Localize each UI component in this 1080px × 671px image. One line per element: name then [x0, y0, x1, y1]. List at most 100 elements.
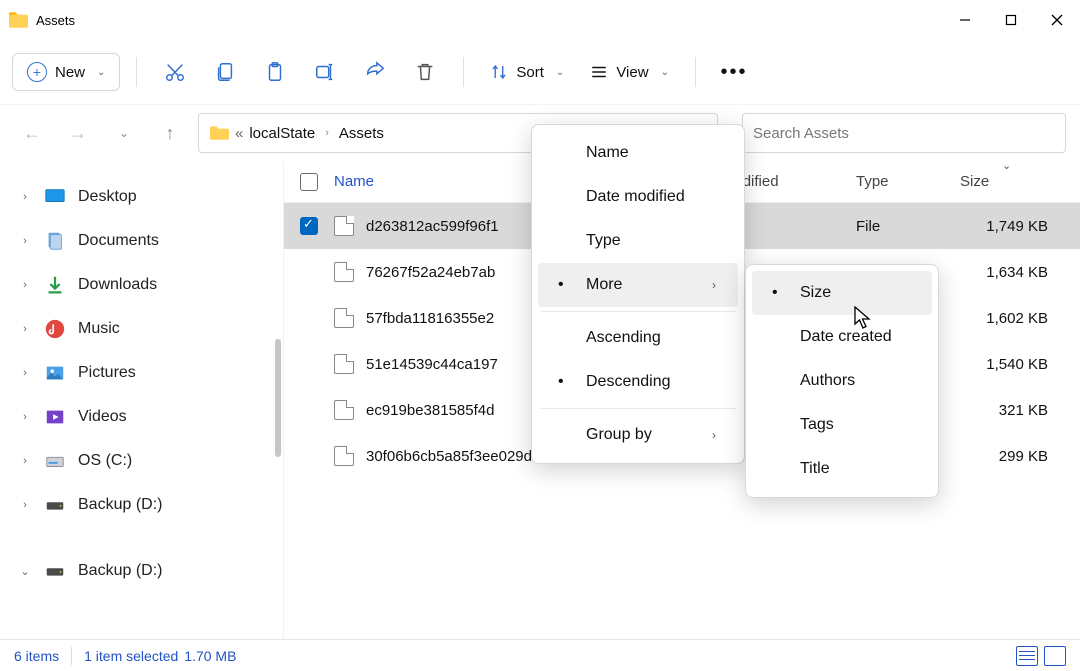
separator — [540, 311, 736, 312]
more-menu-size[interactable]: •Size — [752, 271, 932, 315]
delete-button[interactable] — [403, 52, 447, 92]
drive-icon — [44, 494, 66, 516]
file-name: d263812ac599f96f1 — [366, 218, 499, 235]
desktop-icon — [44, 186, 66, 208]
command-bar: + New ⌄ Sort ⌄ View ⌄ ••• — [0, 40, 1080, 105]
forward-button[interactable]: → — [60, 115, 96, 151]
sidebar-label: Videos — [78, 408, 127, 426]
folder-icon — [8, 10, 28, 30]
window-controls — [942, 0, 1080, 40]
sort-icon — [490, 63, 508, 81]
up-button[interactable]: ↑ — [152, 115, 188, 151]
share-button[interactable] — [353, 52, 397, 92]
chevron-down-icon: ⌄ — [556, 67, 564, 78]
sort-label: Sort — [516, 64, 544, 81]
file-icon — [334, 354, 354, 374]
sidebar-label: Documents — [78, 232, 159, 250]
sort-menu-descending[interactable]: •Descending — [538, 360, 738, 404]
sidebar-item-videos[interactable]: ›Videos — [6, 395, 277, 439]
search-input[interactable]: Search Assets — [742, 113, 1066, 153]
cut-button[interactable] — [153, 52, 197, 92]
file-size: 321 KB — [960, 402, 1080, 419]
chevron-right-icon: › — [325, 127, 329, 139]
separator — [695, 57, 696, 87]
folder-icon — [209, 123, 229, 143]
documents-icon — [44, 230, 66, 252]
chevron-right-icon: › — [682, 428, 716, 442]
status-bar: 6 items 1 item selected 1.70 MB — [0, 639, 1080, 671]
bullet-icon: • — [558, 373, 564, 391]
search-placeholder: Search Assets — [753, 125, 849, 142]
separator — [136, 57, 137, 87]
sidebar-label: Desktop — [78, 188, 137, 206]
sidebar-label: Downloads — [78, 276, 157, 294]
sort-menu-type[interactable]: Type — [538, 219, 738, 263]
chevron-down-icon: ⌄ — [18, 565, 32, 578]
row-checkbox[interactable] — [284, 217, 334, 235]
more-menu-authors[interactable]: Authors — [752, 359, 932, 403]
sidebar-item-desktop[interactable]: ›Desktop — [6, 175, 277, 219]
sort-menu: Name Date modified Type •More› Ascending… — [531, 124, 745, 464]
status-size: 1.70 MB — [184, 648, 236, 664]
sort-more-submenu: •Size Date created Authors Tags Title — [745, 264, 939, 498]
breadcrumb-item[interactable]: Assets — [339, 125, 384, 142]
rename-button[interactable] — [303, 52, 347, 92]
sidebar-label: Music — [78, 320, 120, 338]
sidebar-item-os-c[interactable]: ›OS (C:) — [6, 439, 277, 483]
file-name: ec919be381585f4d — [366, 402, 494, 419]
status-selected: 1 item selected — [84, 648, 178, 664]
details-view-button[interactable] — [1016, 646, 1038, 666]
sort-menu-date[interactable]: Date modified — [538, 175, 738, 219]
sidebar-item-backup-d[interactable]: ›Backup (D:) — [6, 483, 277, 527]
file-name: 51e14539c44ca197 — [366, 356, 498, 373]
sidebar-label: Pictures — [78, 364, 136, 382]
copy-button[interactable] — [203, 52, 247, 92]
sort-menu-more[interactable]: •More› — [538, 263, 738, 307]
sidebar-item-pictures[interactable]: ›Pictures — [6, 351, 277, 395]
sort-menu-name[interactable]: Name — [538, 131, 738, 175]
title-bar: Assets — [0, 0, 1080, 40]
file-icon — [334, 216, 354, 236]
select-all-checkbox[interactable] — [284, 173, 334, 191]
maximize-button[interactable] — [988, 0, 1034, 40]
sort-button[interactable]: Sort ⌄ — [480, 52, 574, 92]
downloads-icon — [44, 274, 66, 296]
file-icon — [334, 262, 354, 282]
sidebar-item-downloads[interactable]: ›Downloads — [6, 263, 277, 307]
sidebar-item-music[interactable]: ›Music — [6, 307, 277, 351]
close-button[interactable] — [1034, 0, 1080, 40]
chevron-down-icon: ⌄ — [97, 67, 105, 78]
drive-icon — [44, 450, 66, 472]
view-label: View — [616, 64, 648, 81]
sidebar-label: Backup (D:) — [78, 496, 162, 514]
chevron-down-icon[interactable]: ⌄ — [106, 115, 142, 151]
new-button[interactable]: + New ⌄ — [12, 53, 120, 91]
column-type[interactable]: Type — [856, 173, 960, 190]
file-type: File — [856, 218, 960, 235]
view-button[interactable]: View ⌄ — [580, 52, 679, 92]
more-menu-tags[interactable]: Tags — [752, 403, 932, 447]
paste-button[interactable] — [253, 52, 297, 92]
more-menu-title[interactable]: Title — [752, 447, 932, 491]
file-name: 76267f52a24eb7ab — [366, 264, 495, 281]
column-size[interactable]: Size⌄ — [960, 173, 1080, 190]
sidebar-item-backup-d-expanded[interactable]: ⌄Backup (D:) — [6, 549, 277, 593]
back-button[interactable]: ← — [14, 115, 50, 151]
nav-pane: ›Desktop ›Documents ›Downloads ›Music ›P… — [0, 161, 283, 639]
bullet-icon: • — [558, 276, 564, 294]
view-icon — [590, 63, 608, 81]
more-menu-date-created[interactable]: Date created — [752, 315, 932, 359]
bullet-icon: • — [772, 284, 778, 302]
breadcrumb-item[interactable]: localState — [249, 125, 315, 142]
thumbnails-view-button[interactable] — [1044, 646, 1066, 666]
separator — [463, 57, 464, 87]
sidebar-item-documents[interactable]: ›Documents — [6, 219, 277, 263]
chevron-down-icon: ⌄ — [661, 67, 669, 78]
window-title: Assets — [36, 13, 942, 28]
file-icon — [334, 400, 354, 420]
pictures-icon — [44, 362, 66, 384]
minimize-button[interactable] — [942, 0, 988, 40]
sort-menu-groupby[interactable]: Group by› — [538, 413, 738, 457]
sort-menu-ascending[interactable]: Ascending — [538, 316, 738, 360]
more-button[interactable]: ••• — [712, 52, 756, 92]
